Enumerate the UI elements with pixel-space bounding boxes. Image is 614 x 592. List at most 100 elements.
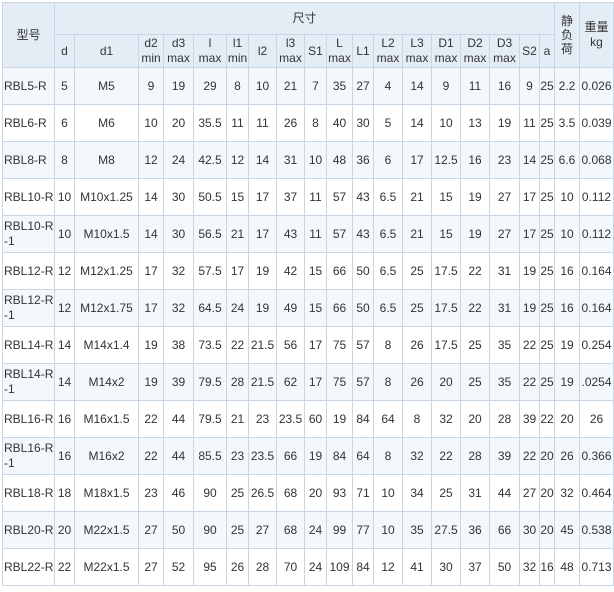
value-cell: 27 [519,474,540,512]
value-cell: 23.5 [248,437,277,475]
value-cell: 36 [352,141,374,179]
value-cell: M14x2 [74,363,139,401]
value-cell: 35 [489,326,520,364]
value-cell: 6.5 [373,289,403,327]
value-cell: 12 [226,141,249,179]
value-cell: 43 [352,178,374,216]
value-cell: 64.5 [193,289,227,327]
value-cell: 25 [539,104,555,142]
value-cell: M14x1.4 [74,326,139,364]
value-cell: 30 [163,215,194,253]
value-cell: 13 [460,104,490,142]
value-cell: 45 [554,511,580,549]
value-cell: 25 [460,326,490,364]
value-cell: 16 [54,400,75,438]
value-cell: 9 [431,67,461,105]
value-cell: 15 [431,178,461,216]
value-cell: 9 [138,67,164,105]
value-cell: .0254 [579,363,614,401]
value-cell: 4 [373,67,403,105]
value-cell: 0.164 [579,252,614,290]
column-header-main: d [61,43,68,58]
column-header-main: l2 [257,43,268,58]
value-cell: 10 [554,178,580,216]
value-cell: 25 [226,474,249,512]
header-row-1: 型号 尺寸 静负荷 重量 kg [2,2,614,68]
value-cell: 8 [373,363,403,401]
value-cell: 73.5 [193,326,227,364]
value-cell: 16 [554,289,580,327]
column-header-main: d2 [144,36,158,50]
value-cell: 43 [352,215,374,253]
value-cell: 41 [402,548,432,586]
value-cell: 24 [304,511,327,549]
value-cell: 35 [326,67,353,105]
column-header: L2 max [373,34,403,68]
value-cell: 0.112 [579,215,614,253]
value-cell: 17.5 [431,289,461,327]
value-cell: 57 [326,215,353,253]
value-cell: 20 [539,437,555,475]
column-header-main: L2 [381,36,395,50]
value-cell: 30 [352,104,374,142]
value-cell: 19 [138,363,164,401]
value-cell: 0.164 [579,289,614,327]
value-cell: 0.713 [579,548,614,586]
value-cell: 27 [489,215,520,253]
table-row: RBL6-R 6 M6 10 20 35.5 11 11 26 8 40 30 5 14 10 13 19 11 2… [2,104,614,142]
value-cell: 25 [539,215,555,253]
value-cell: 23 [226,437,249,475]
column-header: a [539,34,555,68]
value-cell: 52 [163,548,194,586]
column-header-main: d1 [99,43,114,58]
value-cell: 19 [519,289,540,327]
value-cell: 50.5 [193,178,227,216]
value-cell: 22 [138,437,164,475]
value-cell: 8 [226,67,249,105]
column-header-main: D3 [496,36,513,50]
value-cell: 6 [373,141,403,179]
value-cell: 20 [163,104,194,142]
value-cell: 20 [539,474,555,512]
value-cell: 71 [352,474,374,512]
value-cell: 12 [373,548,403,586]
column-header: D3 max [489,34,520,68]
value-cell: 49 [276,289,305,327]
value-cell: 75 [326,326,353,364]
value-cell: 6.5 [373,178,403,216]
value-cell: 26 [554,437,580,475]
value-cell: 14 [54,363,75,401]
value-cell: 6 [54,104,75,142]
value-cell: 17 [226,252,249,290]
value-cell: 14 [138,215,164,253]
value-cell: 19 [489,104,520,142]
value-cell: 66 [326,289,353,327]
value-cell: 3.5 [554,104,580,142]
value-cell: 27 [248,511,277,549]
value-cell: 28 [226,363,249,401]
value-cell: 19 [138,326,164,364]
value-cell: M22x1.5 [74,511,139,549]
value-cell: 84 [352,548,374,586]
table-row: RBL12-R-1 12 M12x1.75 17 32 64.5 24 19 49 15 66 50 6… [2,289,614,327]
value-cell: 6.6 [554,141,580,179]
column-header-main: D2 [467,36,483,50]
value-cell: 57 [352,363,374,401]
column-header-main: l3 [285,36,296,50]
value-cell: 26 [402,326,432,364]
value-cell: 14 [519,141,540,179]
value-cell: 29 [193,67,227,105]
value-cell: 8 [373,326,403,364]
value-cell: 35 [489,363,520,401]
value-cell: 84 [352,400,374,438]
value-cell: 25 [539,252,555,290]
value-cell: 10 [248,67,277,105]
value-cell: 66 [276,437,305,475]
value-cell: 7 [304,67,327,105]
value-cell: 0.538 [579,511,614,549]
value-cell: 40 [326,104,353,142]
model-cell: RBL10-R [2,178,55,216]
value-cell: 21 [226,400,249,438]
value-cell: 19 [519,252,540,290]
value-cell: 14 [402,67,432,105]
